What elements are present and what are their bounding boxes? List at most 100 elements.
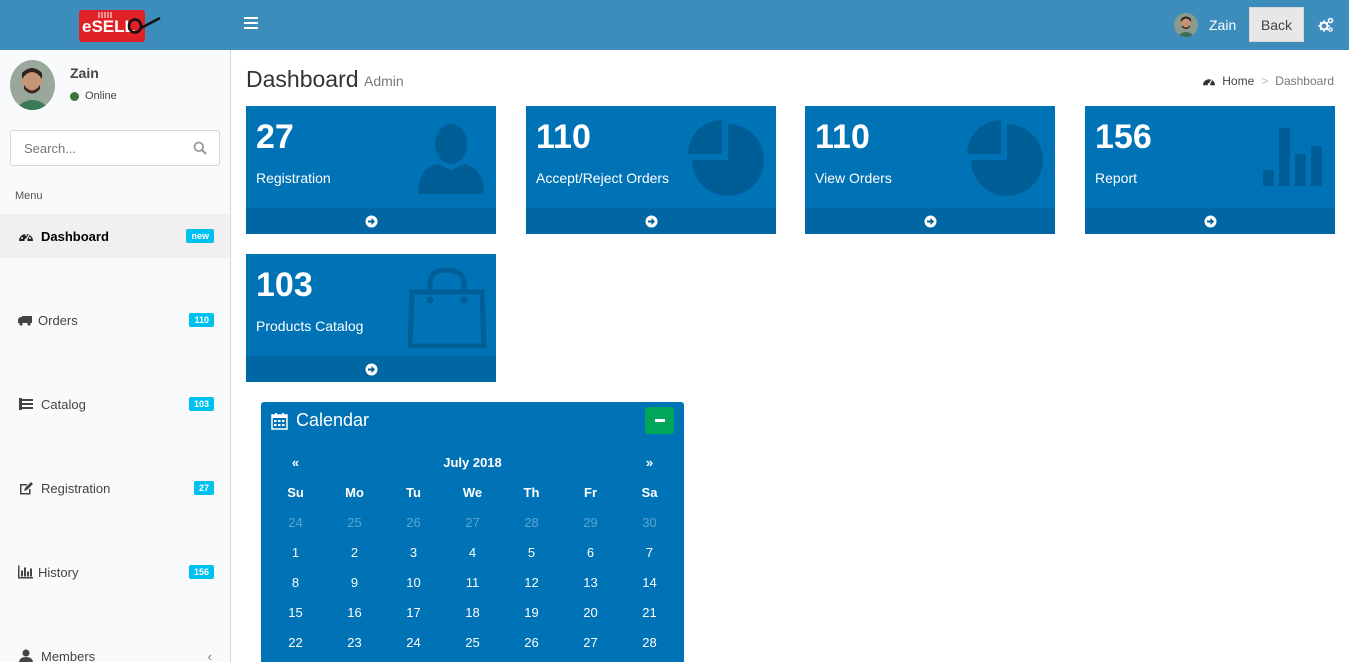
calendar-day[interactable]: 14 <box>620 575 679 590</box>
sidebar-item-label: Dashboard <box>41 228 109 244</box>
calendar-day[interactable]: 7 <box>620 545 679 560</box>
breadcrumb-separator: > <box>1261 74 1269 88</box>
sidebar-item-members[interactable]: Members ‹ <box>0 634 230 662</box>
stat-value: 110 <box>536 118 591 156</box>
breadcrumb: Home > Dashboard <box>1202 74 1334 88</box>
history-count-badge: 156 <box>188 565 214 579</box>
more-info-link[interactable] <box>805 208 1055 234</box>
search-icon[interactable] <box>193 141 207 155</box>
more-info-link[interactable] <box>1085 208 1335 234</box>
stat-label: Products Catalog <box>256 318 364 334</box>
user-menu[interactable]: Zain <box>1174 13 1236 37</box>
weekday-label: Tu <box>406 484 421 500</box>
sidebar-item-history[interactable]: History 156 <box>0 550 230 594</box>
calendar-day[interactable]: 18 <box>443 605 502 620</box>
calendar-week-row: 8 9 10 11 12 13 14 <box>266 567 679 597</box>
sidebar-item-label: Catalog <box>41 396 86 412</box>
calendar-day[interactable]: 19 <box>502 605 561 620</box>
minus-icon <box>654 419 665 422</box>
weekday-label: Sa <box>641 484 658 500</box>
calendar-day[interactable]: 9 <box>325 575 384 590</box>
calendar-day[interactable]: 30 <box>620 515 679 530</box>
calendar-widget: Calendar « July 2018 » Su Mo Tu We Th Fr… <box>261 402 684 662</box>
calendar-day[interactable]: 16 <box>325 605 384 620</box>
sidebar-item-registration[interactable]: Registration 27 <box>0 466 230 510</box>
catalog-count-badge: 103 <box>188 397 214 411</box>
calendar-day[interactable]: 28 <box>620 635 679 650</box>
more-info-link[interactable] <box>246 208 496 234</box>
calendar-day[interactable]: 21 <box>620 605 679 620</box>
more-info-link[interactable] <box>246 356 496 382</box>
breadcrumb-home-link[interactable]: Home <box>1222 74 1254 88</box>
sidebar-item-orders[interactable]: Orders 110 <box>0 298 230 342</box>
calendar-day[interactable]: 2 <box>325 545 384 560</box>
stat-label: View Orders <box>815 170 892 186</box>
sidebar-toggle-button[interactable] <box>244 17 258 31</box>
calendar-month-title[interactable]: July 2018 <box>325 455 620 470</box>
esello-logo[interactable]: eSELL <box>79 10 161 42</box>
header-user-name: Zain <box>1209 17 1237 33</box>
stat-value: 156 <box>1095 118 1152 156</box>
calendar-day[interactable]: 25 <box>443 635 502 650</box>
calendar-week-row: 1 2 3 4 5 6 7 <box>266 537 679 567</box>
status-dot-icon <box>70 91 79 101</box>
calendar-day[interactable]: 28 <box>502 515 561 530</box>
sidebar: Zain Online Menu Dashboard new Orders 11… <box>0 50 231 662</box>
calendar-minimize-button[interactable] <box>645 407 674 434</box>
calendar-day[interactable]: 23 <box>325 635 384 650</box>
calendar-day[interactable]: 6 <box>561 545 620 560</box>
new-badge: new <box>186 229 214 243</box>
page-title: Dashboard <box>246 66 359 92</box>
user-icon <box>19 649 33 662</box>
calendar-week-row: 15 16 17 18 19 20 21 <box>266 597 679 627</box>
svg-text:eSELL: eSELL <box>82 17 135 36</box>
calendar-day[interactable]: 26 <box>384 515 443 530</box>
calendar-day[interactable]: 3 <box>384 545 443 560</box>
stat-value: 103 <box>256 266 313 304</box>
calendar-day[interactable]: 27 <box>443 515 502 530</box>
sidebar-item-catalog[interactable]: Catalog 103 <box>0 382 230 426</box>
arrow-circle-right-icon <box>365 363 377 375</box>
calendar-day[interactable]: 24 <box>266 515 325 530</box>
more-info-link[interactable] <box>526 208 776 234</box>
search-input[interactable] <box>11 131 181 165</box>
calendar-day[interactable]: 26 <box>502 635 561 650</box>
calendar-day[interactable]: 1 <box>266 545 325 560</box>
calendar-next-button[interactable]: » <box>620 455 679 470</box>
sidebar-item-dashboard[interactable]: Dashboard new <box>0 214 230 258</box>
calendar-day[interactable]: 12 <box>502 575 561 590</box>
calendar-day[interactable]: 29 <box>561 515 620 530</box>
gears-icon[interactable] <box>1318 17 1334 33</box>
calendar-day[interactable]: 27 <box>561 635 620 650</box>
calendar-day[interactable]: 13 <box>561 575 620 590</box>
calendar-prev-button[interactable]: « <box>266 455 325 470</box>
weekday-label: Su <box>287 484 304 500</box>
registration-stat-box: 27 Registration <box>246 106 496 234</box>
calendar-title: Calendar <box>296 410 370 430</box>
calendar-day[interactable]: 24 <box>384 635 443 650</box>
calendar-weekday-row: Su Mo Tu We Th Fr Sa <box>266 477 679 507</box>
avatar <box>1174 13 1198 37</box>
stat-value: 27 <box>256 118 294 156</box>
registration-count-badge: 27 <box>193 481 214 495</box>
user-icon <box>418 124 484 194</box>
calendar-day[interactable]: 10 <box>384 575 443 590</box>
calendar-day[interactable]: 20 <box>561 605 620 620</box>
weekday-label: Fr <box>584 484 597 500</box>
calendar-day[interactable]: 8 <box>266 575 325 590</box>
calendar-day[interactable]: 25 <box>325 515 384 530</box>
back-button[interactable]: Back <box>1249 7 1304 42</box>
calendar-day[interactable]: 22 <box>266 635 325 650</box>
edit-icon <box>20 482 33 495</box>
calendar-day[interactable]: 15 <box>266 605 325 620</box>
calendar-day[interactable]: 17 <box>384 605 443 620</box>
calendar-day[interactable]: 4 <box>443 545 502 560</box>
products-catalog-stat-box: 103 Products Catalog <box>246 254 496 382</box>
calendar-day[interactable]: 11 <box>443 575 502 590</box>
bar-chart-icon <box>18 565 33 579</box>
calendar-day[interactable]: 5 <box>502 545 561 560</box>
calendar-week-row: 24 25 26 27 28 29 30 <box>266 507 679 537</box>
dashboard-icon <box>19 234 33 242</box>
sidebar-user-name: Zain <box>70 65 99 81</box>
page-subtitle: Admin <box>364 73 404 89</box>
